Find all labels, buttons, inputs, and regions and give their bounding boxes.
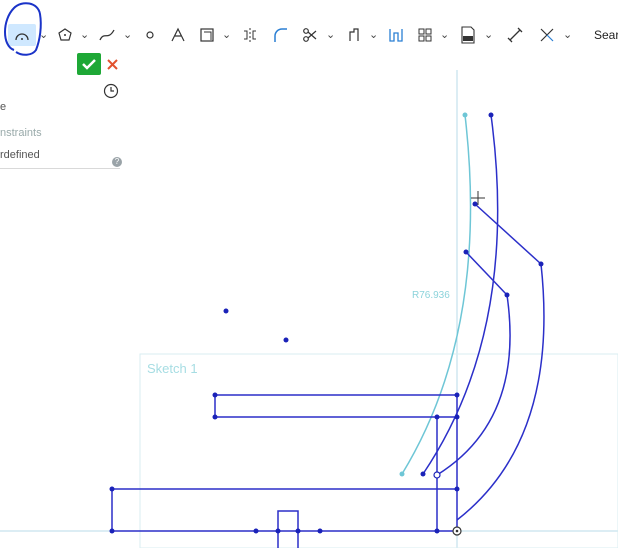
- spline-tool-button[interactable]: [97, 24, 117, 46]
- panel-divider: [0, 168, 120, 169]
- sketch-point: [223, 308, 229, 314]
- sketch-point: [283, 337, 289, 343]
- fillet-tool-button[interactable]: [270, 24, 290, 46]
- sketch-line[interactable]: [111, 489, 457, 532]
- panel-row-type: e: [0, 101, 7, 113]
- search-label[interactable]: Searc: [594, 28, 618, 42]
- construction-tool-button[interactable]: [537, 24, 557, 46]
- sketch-point: [463, 249, 469, 255]
- sketch-point: [434, 414, 440, 420]
- mirror-tool-button[interactable]: [240, 24, 260, 46]
- hollow-point[interactable]: [433, 471, 441, 479]
- radius-dimension-label[interactable]: R76.936: [412, 290, 450, 301]
- chevron-down-icon[interactable]: ⌄: [123, 28, 132, 41]
- fillet-tool-icon: [274, 28, 287, 42]
- sketch-line[interactable]: [465, 251, 508, 296]
- offset-tool-icon: [200, 28, 214, 42]
- sketch-point: [454, 486, 460, 492]
- dxf-import-button[interactable]: [457, 24, 479, 46]
- offset-tool-button[interactable]: [197, 24, 217, 46]
- help-icon[interactable]: ?: [112, 157, 122, 167]
- chevron-down-icon[interactable]: ⌄: [563, 28, 572, 41]
- sketch-line[interactable]: [474, 203, 542, 265]
- sketch-point: [212, 414, 218, 420]
- point-tool-icon: [146, 31, 154, 39]
- panel-row-constraints: nstraints: [0, 127, 42, 139]
- sketch-point: [109, 486, 115, 492]
- sketch-line[interactable]: [215, 394, 458, 531]
- sketch-name-label: Sketch 1: [147, 361, 198, 376]
- text-tool-icon: [171, 27, 185, 42]
- chevron-down-icon[interactable]: ⌄: [222, 28, 231, 41]
- sketch-point: [109, 528, 115, 534]
- checkmark-icon: [82, 59, 96, 70]
- dimension-tool-icon: [507, 27, 523, 43]
- sketch-point: [295, 528, 301, 534]
- chevron-down-icon[interactable]: ⌄: [484, 28, 493, 41]
- sketch-point: [538, 261, 544, 267]
- sketch-canvas[interactable]: [0, 0, 618, 548]
- dimension-tool-button[interactable]: [505, 24, 525, 46]
- sketch-line[interactable]: [277, 510, 299, 548]
- sketch-point: [253, 528, 259, 534]
- trim-tool-icon: [303, 28, 317, 42]
- sketch-point: [434, 528, 440, 534]
- origin-point-center: [455, 529, 459, 533]
- dxf-import-icon: [461, 26, 475, 44]
- annotation-circle: [4, 2, 42, 56]
- sketch-line[interactable]: [214, 395, 457, 418]
- sketch-point: [420, 471, 426, 477]
- sketch-region: [139, 353, 618, 548]
- cancel-button[interactable]: [104, 53, 120, 75]
- sketch-arc-right[interactable]: [456, 263, 545, 521]
- close-icon: [106, 58, 118, 70]
- pattern-tool-icon: [418, 28, 432, 42]
- clock-icon: [103, 83, 119, 99]
- preview-point: [462, 112, 468, 118]
- preview-point: [399, 471, 405, 477]
- transform-tool-button[interactable]: [344, 24, 364, 46]
- use-tool-icon: [389, 29, 403, 42]
- sketch-point: [504, 292, 510, 298]
- point-tool-button[interactable]: [142, 24, 158, 46]
- sketch-point: [317, 528, 323, 534]
- sketch-point: [212, 392, 218, 398]
- chevron-down-icon[interactable]: ⌄: [326, 28, 335, 41]
- construction-tool-icon: [540, 28, 554, 42]
- sketch-point: [454, 414, 460, 420]
- pattern-tool-button[interactable]: [415, 24, 435, 46]
- trim-tool-button[interactable]: [300, 24, 320, 46]
- chevron-down-icon[interactable]: ⌄: [369, 28, 378, 41]
- chevron-down-icon[interactable]: ⌄: [80, 28, 89, 41]
- mirror-tool-icon: [244, 28, 256, 42]
- sketch-point: [454, 392, 460, 398]
- sketch-points[interactable]: [109, 112, 544, 534]
- panel-row-status: rdefined: [0, 149, 40, 161]
- sketch-arc-inner[interactable]: [436, 294, 511, 476]
- sketch-point: [488, 112, 494, 118]
- sketch-point: [275, 528, 281, 534]
- confirm-button[interactable]: [77, 53, 101, 75]
- spline-tool-icon: [99, 29, 115, 41]
- text-tool-button[interactable]: [168, 24, 188, 46]
- chevron-down-icon[interactable]: ⌄: [440, 28, 449, 41]
- sketch-point: [472, 201, 478, 207]
- history-button[interactable]: [102, 82, 120, 100]
- use-tool-button[interactable]: [386, 24, 406, 46]
- transform-tool-icon: [349, 28, 359, 41]
